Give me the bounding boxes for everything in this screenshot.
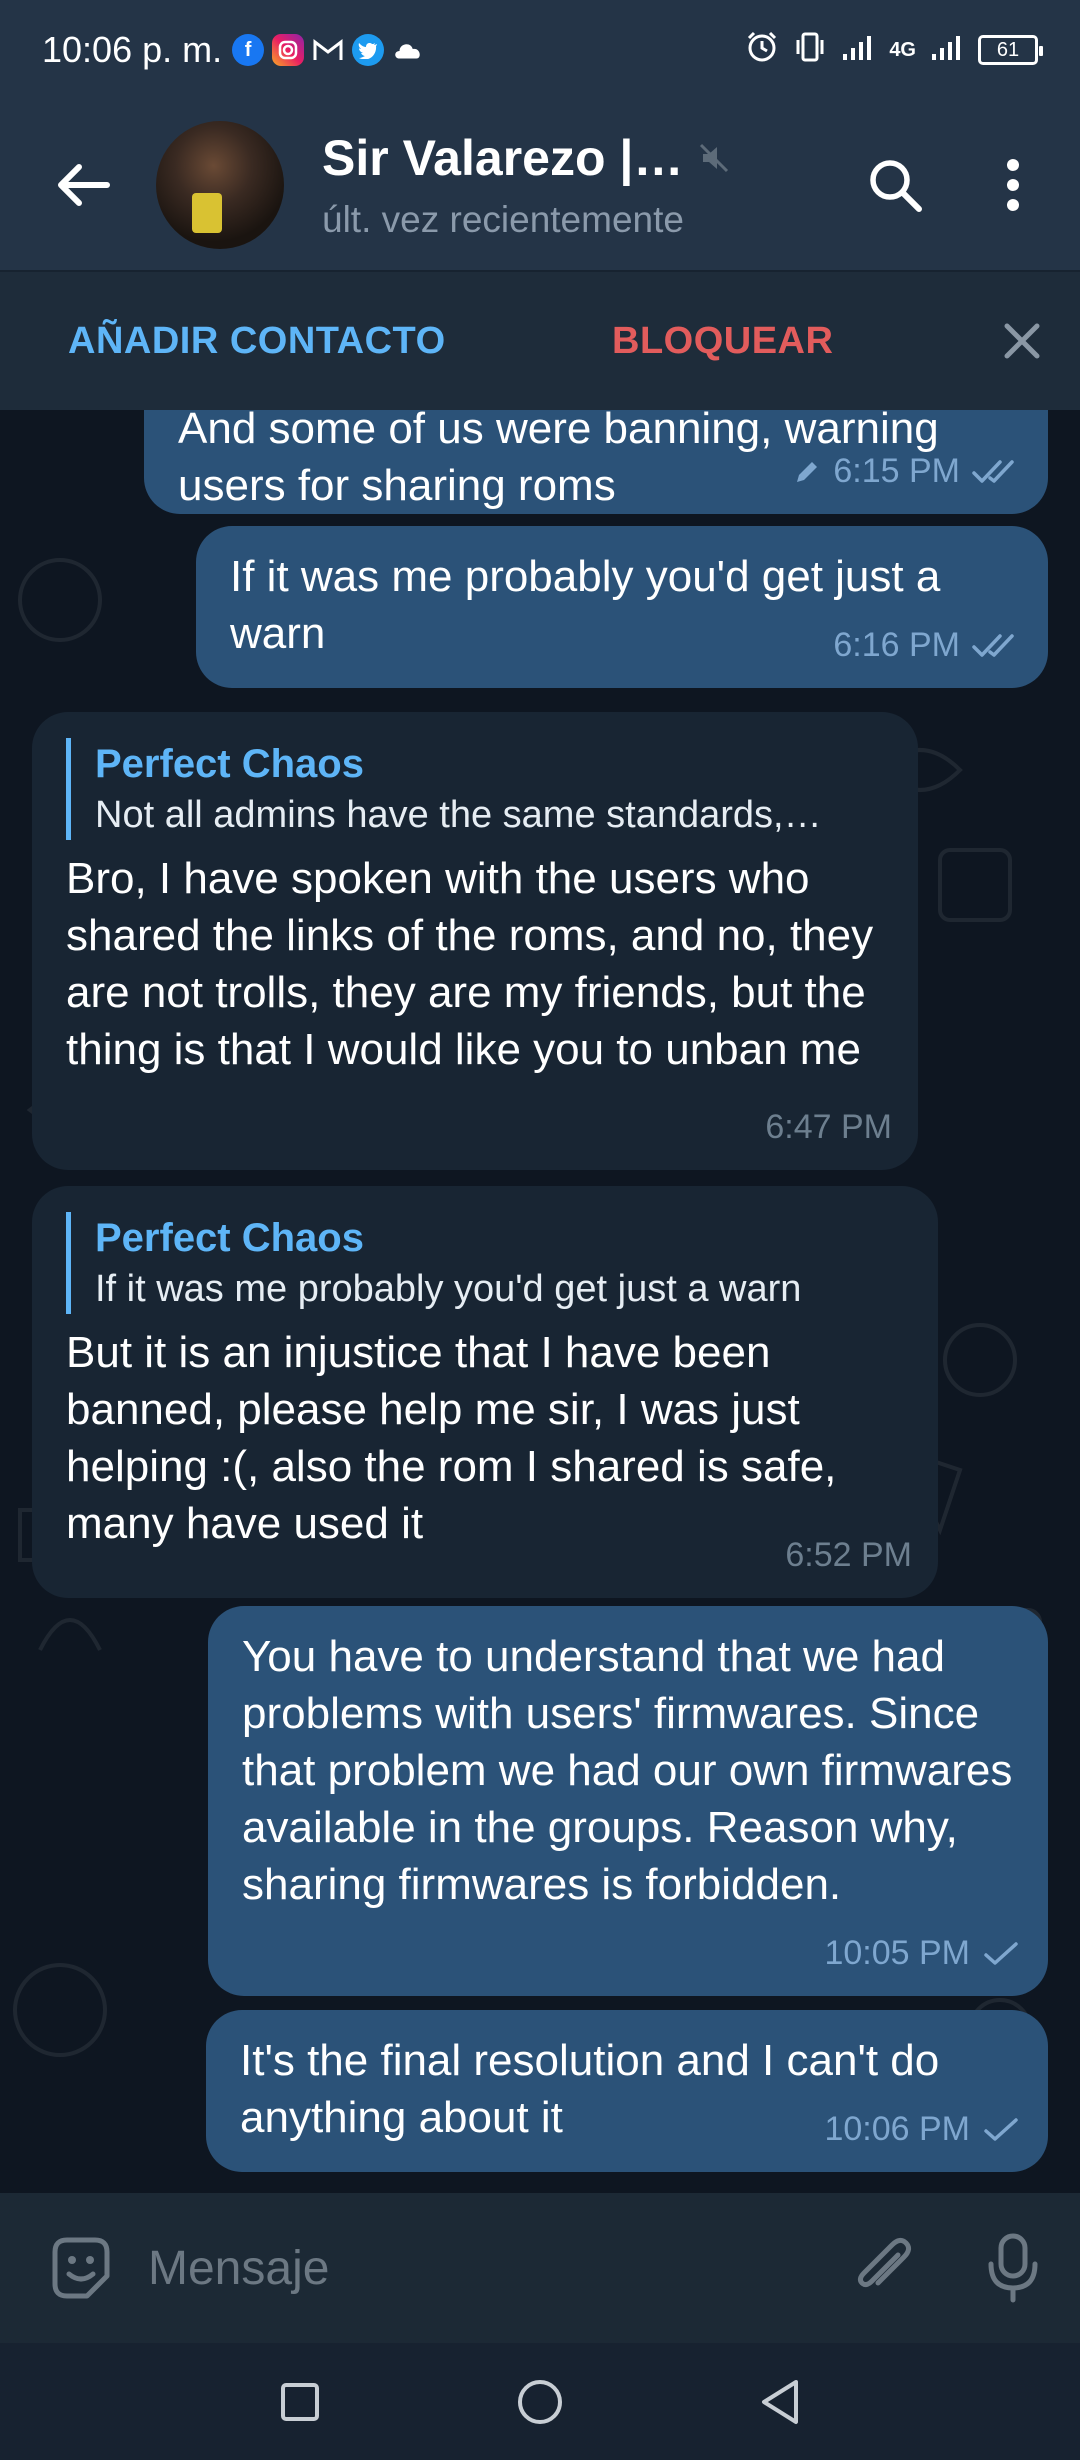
close-action-bar-button[interactable] <box>990 309 1054 373</box>
check-icon <box>984 1941 1018 1965</box>
cloud-icon <box>392 34 424 66</box>
message-meta: 6:52 PM <box>785 1527 912 1584</box>
message-bubble-outgoing[interactable]: And some of us were banning, warning use… <box>144 410 1048 514</box>
twitter-icon <box>352 34 385 66</box>
message-input[interactable] <box>148 2223 838 2313</box>
reply-text: If it was me probably you'd get just a w… <box>95 1268 802 1310</box>
battery-level: 61 <box>996 38 1020 61</box>
home-button[interactable] <box>495 2357 585 2447</box>
battery-icon: 61 <box>978 35 1043 65</box>
double-check-icon <box>972 459 1014 483</box>
facebook-icon: f <box>232 34 265 66</box>
search-icon <box>870 160 922 212</box>
message-meta: 6:15 PM <box>793 443 1022 500</box>
message-text: You have to understand that we had probl… <box>242 1632 1013 1909</box>
reply-preview[interactable]: Perfect Chaos Not all admins have the sa… <box>66 738 884 840</box>
message-bubble-incoming[interactable]: Perfect Chaos If it was me probably you'… <box>32 1186 938 1598</box>
add-contact-button[interactable]: AÑADIR CONTACTO <box>68 320 446 363</box>
paperclip-icon <box>857 2237 912 2288</box>
message-bubble-outgoing[interactable]: It's the final resolution and I can't do… <box>206 2010 1048 2172</box>
microphone-icon <box>988 2233 1038 2303</box>
message-time: 10:06 PM <box>824 2110 970 2148</box>
muted-icon <box>700 143 729 173</box>
message-bubble-outgoing[interactable]: If it was me probably you'd get just a w… <box>196 526 1048 688</box>
signal-icon <box>841 32 875 69</box>
more-options-button[interactable] <box>968 140 1058 230</box>
back-button[interactable] <box>38 140 128 230</box>
message-time: 6:47 PM <box>765 1108 892 1146</box>
reply-preview[interactable]: Perfect Chaos If it was me probably you'… <box>66 1212 904 1314</box>
message-time: 6:16 PM <box>833 626 960 664</box>
square-icon <box>281 2382 319 2421</box>
search-button[interactable] <box>850 140 940 230</box>
message-text: Bro, I have spoken with the users who sh… <box>66 854 874 1074</box>
recents-button[interactable] <box>255 2357 345 2447</box>
message-bubble-incoming[interactable]: Perfect Chaos Not all admins have the sa… <box>32 712 918 1170</box>
message-meta: 6:47 PM <box>765 1099 892 1156</box>
message-time: 6:15 PM <box>833 452 960 490</box>
instagram-icon <box>272 34 305 66</box>
attach-button[interactable] <box>838 2223 928 2313</box>
system-navigation-bar <box>0 2343 1080 2460</box>
gmail-icon <box>312 34 344 66</box>
check-icon <box>984 2117 1018 2141</box>
message-time: 10:05 PM <box>824 1934 970 1972</box>
message-composer <box>0 2193 1080 2343</box>
vibrate-icon <box>793 30 827 71</box>
contact-name: Sir Valarezo |… <box>322 130 684 186</box>
alarm-icon <box>745 30 779 71</box>
contact-action-bar: AÑADIR CONTACTO BLOQUEAR <box>0 270 1080 410</box>
more-vertical-icon <box>1007 159 1019 211</box>
back-nav-button[interactable] <box>735 2357 825 2447</box>
message-time: 6:52 PM <box>785 1536 912 1574</box>
message-bubble-outgoing[interactable]: You have to understand that we had probl… <box>208 1606 1048 1996</box>
network-type: 4G <box>889 38 916 61</box>
triangle-back-icon <box>762 2379 798 2424</box>
avatar[interactable] <box>156 121 284 249</box>
emoji-button[interactable] <box>36 2223 126 2313</box>
circle-icon <box>518 2379 562 2424</box>
message-meta: 10:05 PM <box>824 1925 1022 1982</box>
close-icon <box>1004 323 1040 359</box>
reply-text: Not all admins have the same standards,… <box>95 794 822 836</box>
notification-icons: f <box>232 34 424 66</box>
reply-author: Perfect Chaos <box>95 742 364 786</box>
message-meta: 10:06 PM <box>824 2101 1022 2158</box>
arrow-left-icon <box>58 164 110 206</box>
last-seen-status: últ. vez recientemente <box>322 199 684 240</box>
block-button[interactable]: BLOQUEAR <box>612 320 833 363</box>
edited-pencil-icon <box>797 461 818 482</box>
chat-area[interactable]: And some of us were banning, warning use… <box>0 410 1080 2193</box>
message-text: But it is an injustice that I have been … <box>66 1328 837 1548</box>
reply-author: Perfect Chaos <box>95 1216 364 1260</box>
status-bar: 10:06 p. m. f 4G 61 <box>0 0 1080 100</box>
chat-title[interactable]: Sir Valarezo |… últ. vez recientemente <box>322 129 850 241</box>
signal-icon-2 <box>930 32 964 69</box>
double-check-icon <box>972 633 1014 657</box>
voice-message-button[interactable] <box>968 2223 1058 2313</box>
message-meta: 6:16 PM <box>833 617 1022 674</box>
chat-header: Sir Valarezo |… últ. vez recientemente <box>0 100 1080 270</box>
status-time: 10:06 p. m. <box>42 29 223 70</box>
system-status: 4G 61 <box>745 30 1043 71</box>
sticker-emoji-icon <box>52 2237 110 2299</box>
